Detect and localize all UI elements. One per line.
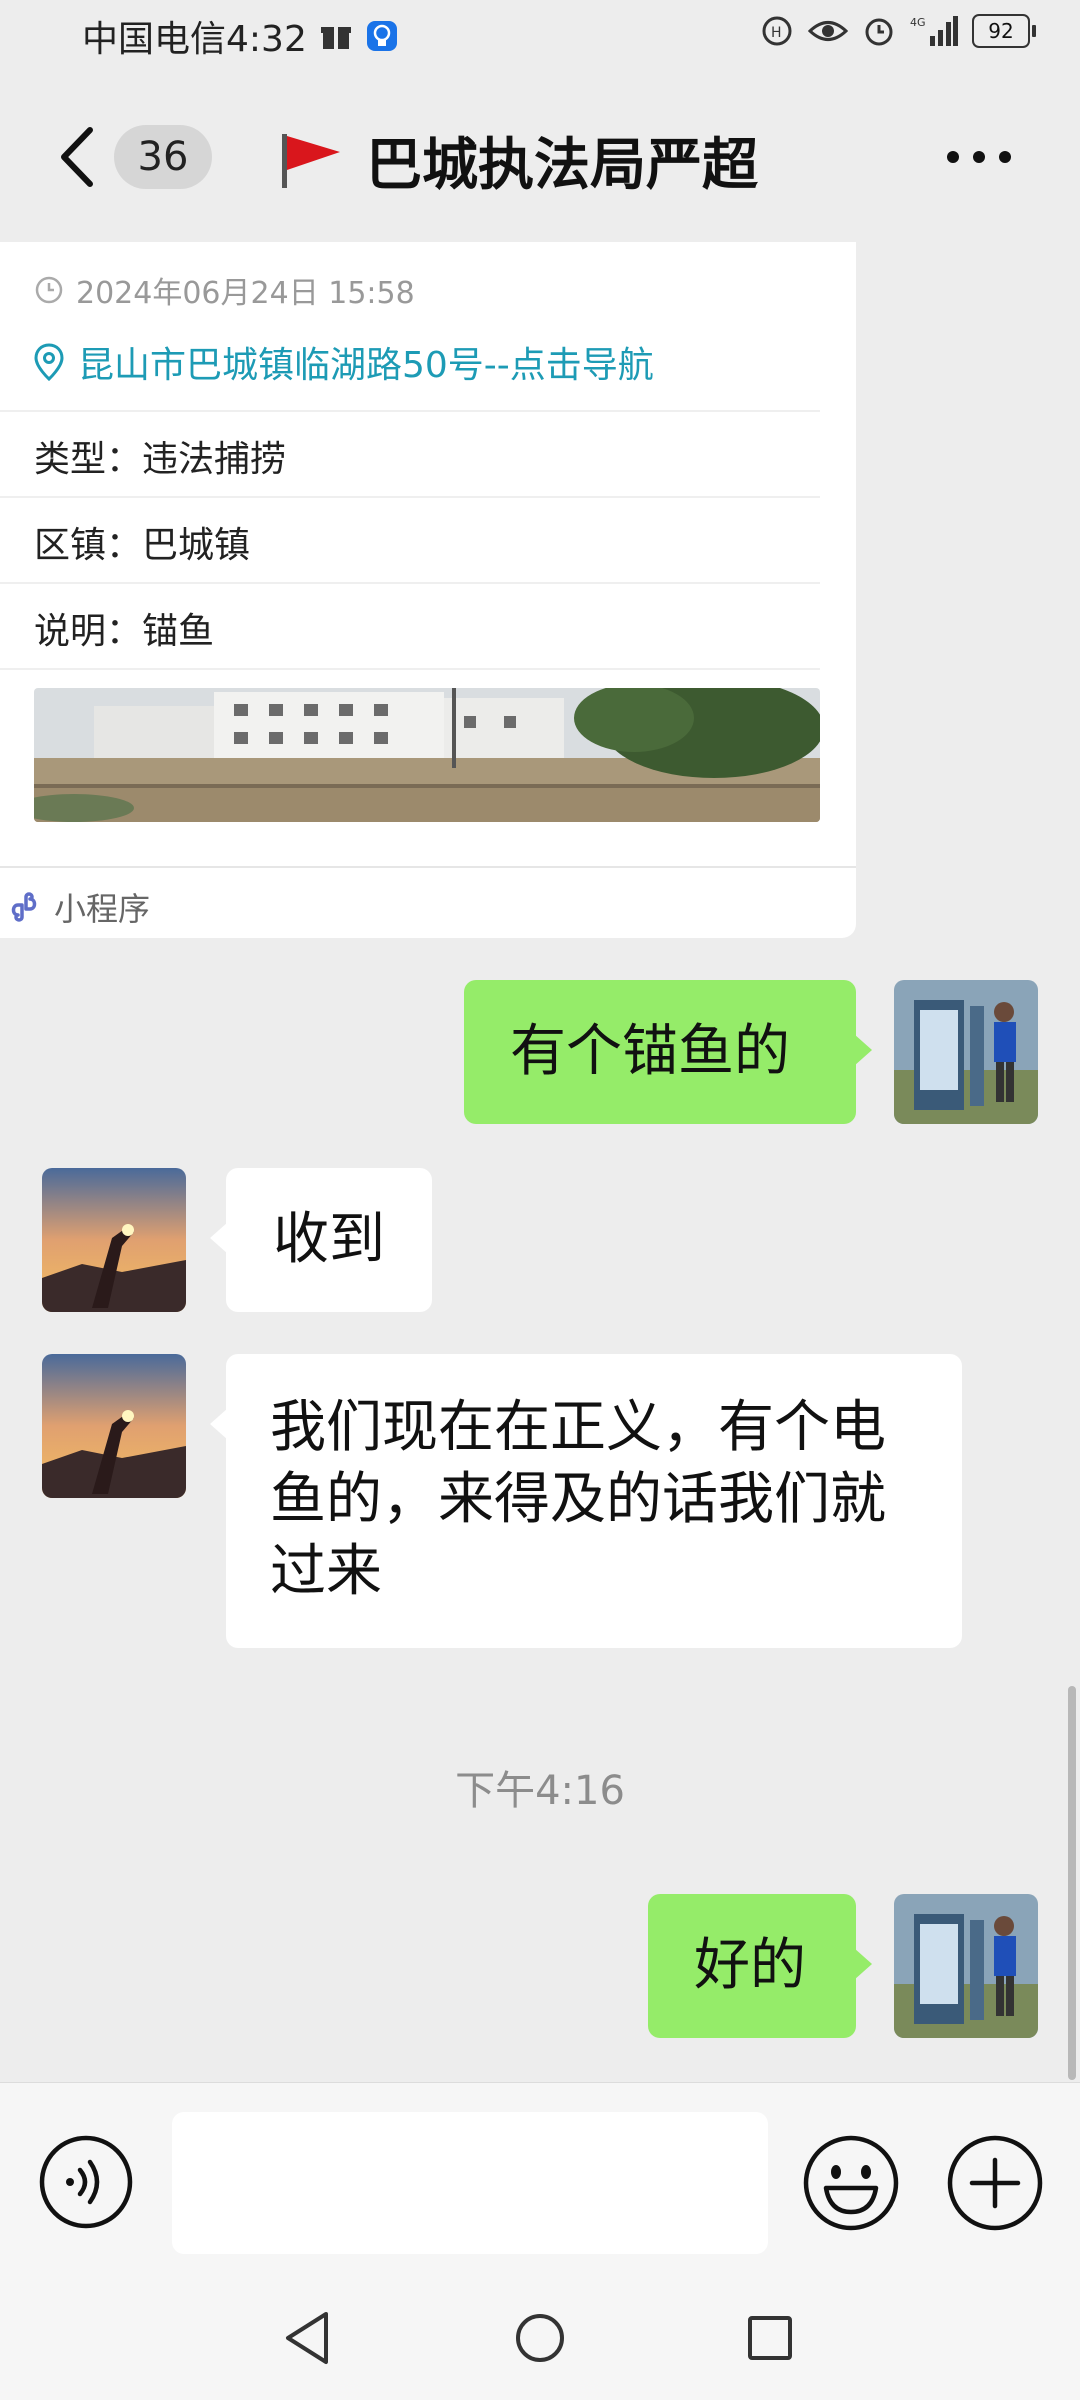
add-more-icon[interactable] bbox=[946, 2134, 1044, 2232]
message-line: 过来 bbox=[270, 1539, 382, 1604]
status-right: H 4G 92 bbox=[760, 14, 1036, 48]
contact-avatar-photo bbox=[42, 1354, 186, 1498]
status-left: 中国电信4:32 bbox=[82, 10, 399, 62]
more-options-icon[interactable] bbox=[944, 148, 1014, 166]
carrier-time: 中国电信4:32 bbox=[82, 19, 307, 60]
message-text: 收到 bbox=[273, 1207, 385, 1272]
card-row-label: 类型： bbox=[34, 439, 143, 480]
my-avatar[interactable] bbox=[894, 1894, 1038, 2038]
contact-avatar-photo bbox=[42, 1168, 186, 1312]
status-bar: 中国电信4:32 H 4G 92 bbox=[0, 0, 1080, 72]
nav-recents-icon[interactable] bbox=[746, 2314, 794, 2362]
unread-count-badge[interactable]: 36 bbox=[114, 125, 212, 189]
voice-input-icon[interactable] bbox=[38, 2134, 134, 2230]
card-divider bbox=[0, 582, 820, 584]
message-text: 有个锚鱼的 bbox=[510, 1019, 790, 1084]
card-location-text: 昆山市巴城镇临湖路50号--点击导航 bbox=[78, 345, 654, 386]
svg-text:H: H bbox=[771, 25, 782, 41]
alarm-icon bbox=[865, 18, 893, 46]
clock-icon bbox=[35, 276, 63, 304]
card-datetime: 2024年06月24日 15:58 bbox=[34, 268, 415, 312]
location-pin-icon bbox=[34, 343, 64, 381]
card-row-type: 类型：违法捕捞 bbox=[34, 430, 286, 482]
card-datetime-text: 2024年06月24日 15:58 bbox=[76, 276, 415, 311]
card-footer-divider bbox=[0, 866, 856, 868]
message-text-block: 我们现在在正义，有个电 鱼的，来得及的话我们就 过来 bbox=[270, 1392, 886, 1608]
my-avatar-photo bbox=[894, 1894, 1038, 2038]
message-bubble-in-multiline[interactable]: 我们现在在正义，有个电 鱼的，来得及的话我们就 过来 bbox=[210, 1354, 962, 1648]
red-flag-icon bbox=[282, 134, 340, 188]
nav-back-icon[interactable] bbox=[282, 2310, 332, 2366]
card-location-link[interactable]: 昆山市巴城镇临湖路50号--点击导航 bbox=[34, 336, 654, 388]
back-icon[interactable] bbox=[54, 122, 104, 192]
message-line: 我们现在在正义，有个电 bbox=[270, 1395, 886, 1460]
mini-program-footer: 小程序 bbox=[8, 884, 150, 930]
contact-avatar[interactable] bbox=[42, 1168, 186, 1312]
nav-home-icon[interactable] bbox=[514, 2312, 566, 2364]
mini-program-label: 小程序 bbox=[54, 890, 151, 928]
chat-timestamp: 下午4:16 bbox=[455, 1768, 625, 1814]
card-photo[interactable] bbox=[34, 688, 820, 822]
message-input[interactable] bbox=[172, 2112, 768, 2254]
message-bubble-out[interactable]: 好的 bbox=[648, 1894, 872, 2038]
message-bubble-in[interactable]: 收到 bbox=[210, 1168, 432, 1312]
svg-text:4G: 4G bbox=[910, 16, 926, 29]
emoji-icon[interactable] bbox=[802, 2134, 900, 2232]
card-row-value: 巴城镇 bbox=[142, 525, 251, 566]
card-divider bbox=[0, 668, 820, 670]
my-avatar-photo bbox=[894, 980, 1038, 1124]
mini-program-icon bbox=[11, 892, 37, 922]
riverside-photo bbox=[34, 688, 820, 822]
card-row-district: 区镇：巴城镇 bbox=[34, 516, 250, 568]
card-divider bbox=[0, 496, 820, 498]
card-row-value: 违法捕捞 bbox=[142, 439, 287, 480]
battery-icon: 92 bbox=[972, 14, 1036, 48]
chat-scrollbar[interactable] bbox=[1068, 1686, 1076, 2080]
message-line: 鱼的，来得及的话我们就 bbox=[270, 1467, 886, 1532]
card-row-value: 锚鱼 bbox=[142, 611, 215, 652]
gift-icon bbox=[320, 27, 351, 49]
message-bubble-out[interactable]: 有个锚鱼的 bbox=[464, 980, 872, 1124]
eye-icon bbox=[808, 21, 848, 41]
card-row-description: 说明：锚鱼 bbox=[34, 602, 214, 654]
message-text: 好的 bbox=[694, 1933, 806, 1998]
card-row-label: 区镇： bbox=[34, 525, 143, 566]
signal-icon: 4G bbox=[910, 16, 958, 46]
chat-title: 巴城执法局严超 bbox=[366, 133, 758, 198]
card-row-label: 说明： bbox=[34, 611, 143, 652]
bulb-notification-icon bbox=[366, 21, 397, 51]
contact-avatar[interactable] bbox=[42, 1354, 186, 1498]
data-saver-icon: H bbox=[762, 16, 792, 46]
card-divider bbox=[0, 410, 820, 412]
my-avatar[interactable] bbox=[894, 980, 1038, 1124]
